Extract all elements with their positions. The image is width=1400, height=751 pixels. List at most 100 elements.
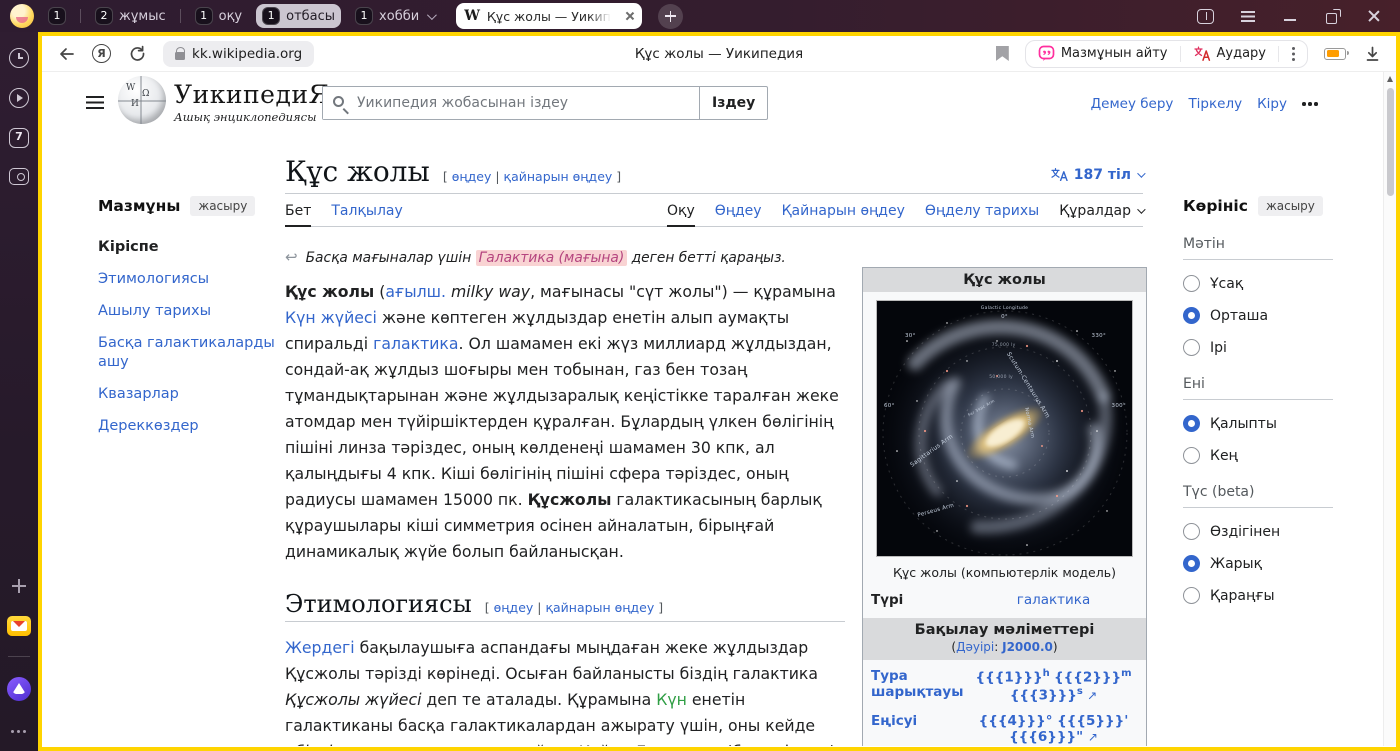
language-selector[interactable]: 187 тіл (1051, 167, 1143, 183)
sidebar-more-icon[interactable] (9, 721, 29, 741)
address-bar[interactable]: kk.wikipedia.org (163, 41, 314, 67)
radio-icon[interactable] (1183, 587, 1200, 604)
scroll-up-arrow[interactable] (1387, 76, 1393, 82)
tab-group-family-active[interactable]: 1отбасы (256, 4, 341, 28)
radio-icon[interactable] (1183, 447, 1200, 464)
tab-history[interactable]: Өңделу тарихы (925, 199, 1039, 226)
tab-read[interactable]: Оқу (667, 199, 695, 226)
toc-hide-button[interactable]: жасыру (190, 196, 255, 216)
tab-edit-source[interactable]: Қайнарын өңдеу (782, 199, 905, 226)
read-aloud-button[interactable]: Мазмұнын айту (1038, 45, 1168, 62)
inline-link[interactable]: Күн жүйесі (285, 308, 377, 327)
dec-label-link[interactable]: Еңісуі (871, 713, 969, 729)
inline-link[interactable]: ағылш. (385, 282, 446, 301)
toc-item-discovery[interactable]: Ашылу тарихы (98, 302, 278, 321)
history-icon[interactable] (9, 48, 29, 68)
radio-selected-icon[interactable] (1183, 555, 1200, 572)
radio-width-standard[interactable]: Қалыпты (1183, 415, 1355, 432)
login-link[interactable]: Кіру (1257, 96, 1287, 112)
inline-link[interactable]: {{{1}}} (976, 670, 1043, 686)
inline-link[interactable]: s (1077, 686, 1083, 697)
add-panel-icon[interactable] (9, 576, 29, 596)
restore-window-button[interactable] (1324, 8, 1340, 24)
downloads-icon[interactable] (1362, 44, 1382, 64)
inline-link[interactable]: {{{4}}}° {{{5}}}' {{{6}}}" (979, 713, 1129, 745)
radio-selected-icon[interactable] (1183, 307, 1200, 324)
ra-label-link[interactable]: Тура шарықтауы (871, 668, 969, 700)
tab-page[interactable]: Бет (285, 199, 311, 226)
inline-link[interactable]: {{{2}}} (1054, 670, 1121, 686)
inline-link[interactable]: галактика (969, 592, 1138, 608)
inline-link[interactable]: қайнарын өңдеу (545, 600, 654, 615)
inline-link[interactable]: өңдеу (494, 600, 534, 615)
toc-item-references[interactable]: Дереккөздер (98, 417, 278, 436)
radio-icon[interactable] (1183, 523, 1200, 540)
toc-item-etymology[interactable]: Этимологиясы (98, 270, 278, 289)
yandex-mail-icon[interactable] (7, 616, 31, 636)
inline-link[interactable]: Галактика (мағына) (476, 250, 628, 266)
main-menu-icon[interactable] (86, 96, 104, 110)
toc-item-intro[interactable]: Кіріспе (98, 238, 278, 257)
new-tab-button[interactable] (658, 4, 683, 29)
reload-icon[interactable] (127, 44, 147, 64)
more-menu-icon[interactable] (1302, 102, 1320, 106)
inline-link[interactable]: өңдеу (452, 169, 492, 184)
inline-link[interactable]: Күн (656, 690, 687, 709)
tab-group-work[interactable]: 2жұмыс (89, 4, 172, 28)
bookmark-icon[interactable] (996, 46, 1009, 61)
media-icon[interactable] (9, 88, 29, 108)
tab-group-study[interactable]: 1оқу (189, 4, 249, 28)
inline-link[interactable]: J2000.0 (1002, 640, 1053, 654)
radio-color-light[interactable]: Жарық (1183, 555, 1355, 572)
appearance-hide-button[interactable]: жасыру (1258, 196, 1323, 216)
radio-selected-icon[interactable] (1183, 415, 1200, 432)
tab-edit[interactable]: Өңдеу (715, 199, 762, 226)
tab-close-icon[interactable] (624, 11, 634, 21)
search-button[interactable]: Іздеу (699, 86, 768, 120)
back-icon[interactable] (56, 44, 76, 64)
alice-assistant-icon[interactable] (7, 677, 31, 701)
search-input[interactable] (323, 87, 699, 119)
translate-button[interactable]: Аудару (1193, 46, 1267, 61)
profile-avatar[interactable] (10, 4, 34, 28)
donate-link[interactable]: Демеу беру (1091, 96, 1174, 112)
toc-item-other-galaxies[interactable]: Басқа галактикаларды ашу (98, 334, 278, 372)
browser-menu-icon[interactable] (1240, 8, 1256, 24)
radio-color-auto[interactable]: Өздігінен (1183, 523, 1355, 540)
scrollbar-thumb[interactable] (1387, 88, 1394, 196)
radio-icon[interactable] (1183, 275, 1200, 292)
inline-link[interactable]: галактика (373, 334, 458, 353)
galaxy-image[interactable]: Galactic Longitude 0° 75,000 ly 50,000 l… (876, 300, 1133, 557)
inline-link[interactable]: Жердегі (285, 638, 355, 657)
wikipedia-logo[interactable]: W Ω И (118, 76, 166, 124)
close-window-button[interactable] (1366, 8, 1382, 24)
inline-link[interactable]: қайнарын өңдеу (504, 169, 613, 184)
toolbar-more-icon[interactable] (1291, 46, 1295, 62)
radio-width-wide[interactable]: Кең (1183, 447, 1355, 464)
page-scrollbar[interactable] (1383, 72, 1396, 746)
radio-text-medium[interactable]: Орташа (1183, 307, 1355, 324)
inline-link[interactable]: {{{3}}} (1010, 687, 1077, 703)
tile-counter-icon[interactable]: 7 (9, 128, 29, 148)
battery-icon[interactable] (1324, 48, 1346, 60)
wikipedia-wordmark[interactable]: УикипедиЯ Ашық энциклопедиясы (174, 80, 329, 124)
radio-color-dark[interactable]: Қараңғы (1183, 587, 1355, 604)
yandex-button[interactable]: Я (92, 44, 111, 63)
minimize-button[interactable] (1282, 8, 1298, 24)
radio-text-small[interactable]: Ұсақ (1183, 275, 1355, 292)
tab-group-1[interactable]: 1 (42, 4, 72, 28)
radio-text-large[interactable]: Ірі (1183, 339, 1355, 356)
inline-link[interactable]: ↗ (1087, 688, 1097, 702)
inline-link[interactable]: m (1121, 668, 1131, 679)
tab-tools[interactable]: Құралдар (1059, 199, 1143, 226)
inline-link[interactable]: Дәуірі (956, 640, 994, 654)
tab-talk[interactable]: Талқылау (331, 199, 402, 226)
screenshot-icon[interactable] (9, 168, 29, 185)
side-panel-icon[interactable] (1197, 9, 1214, 24)
toc-item-quasars[interactable]: Квазарлар (98, 385, 278, 404)
radio-icon[interactable] (1183, 339, 1200, 356)
tab-group-hobby[interactable]: 1хобби (349, 4, 440, 28)
inline-link[interactable]: ↗ (1088, 730, 1098, 744)
active-browser-tab[interactable]: W Құс жолы — Уикипеди (456, 3, 642, 29)
inline-link[interactable]: h (1043, 668, 1050, 679)
